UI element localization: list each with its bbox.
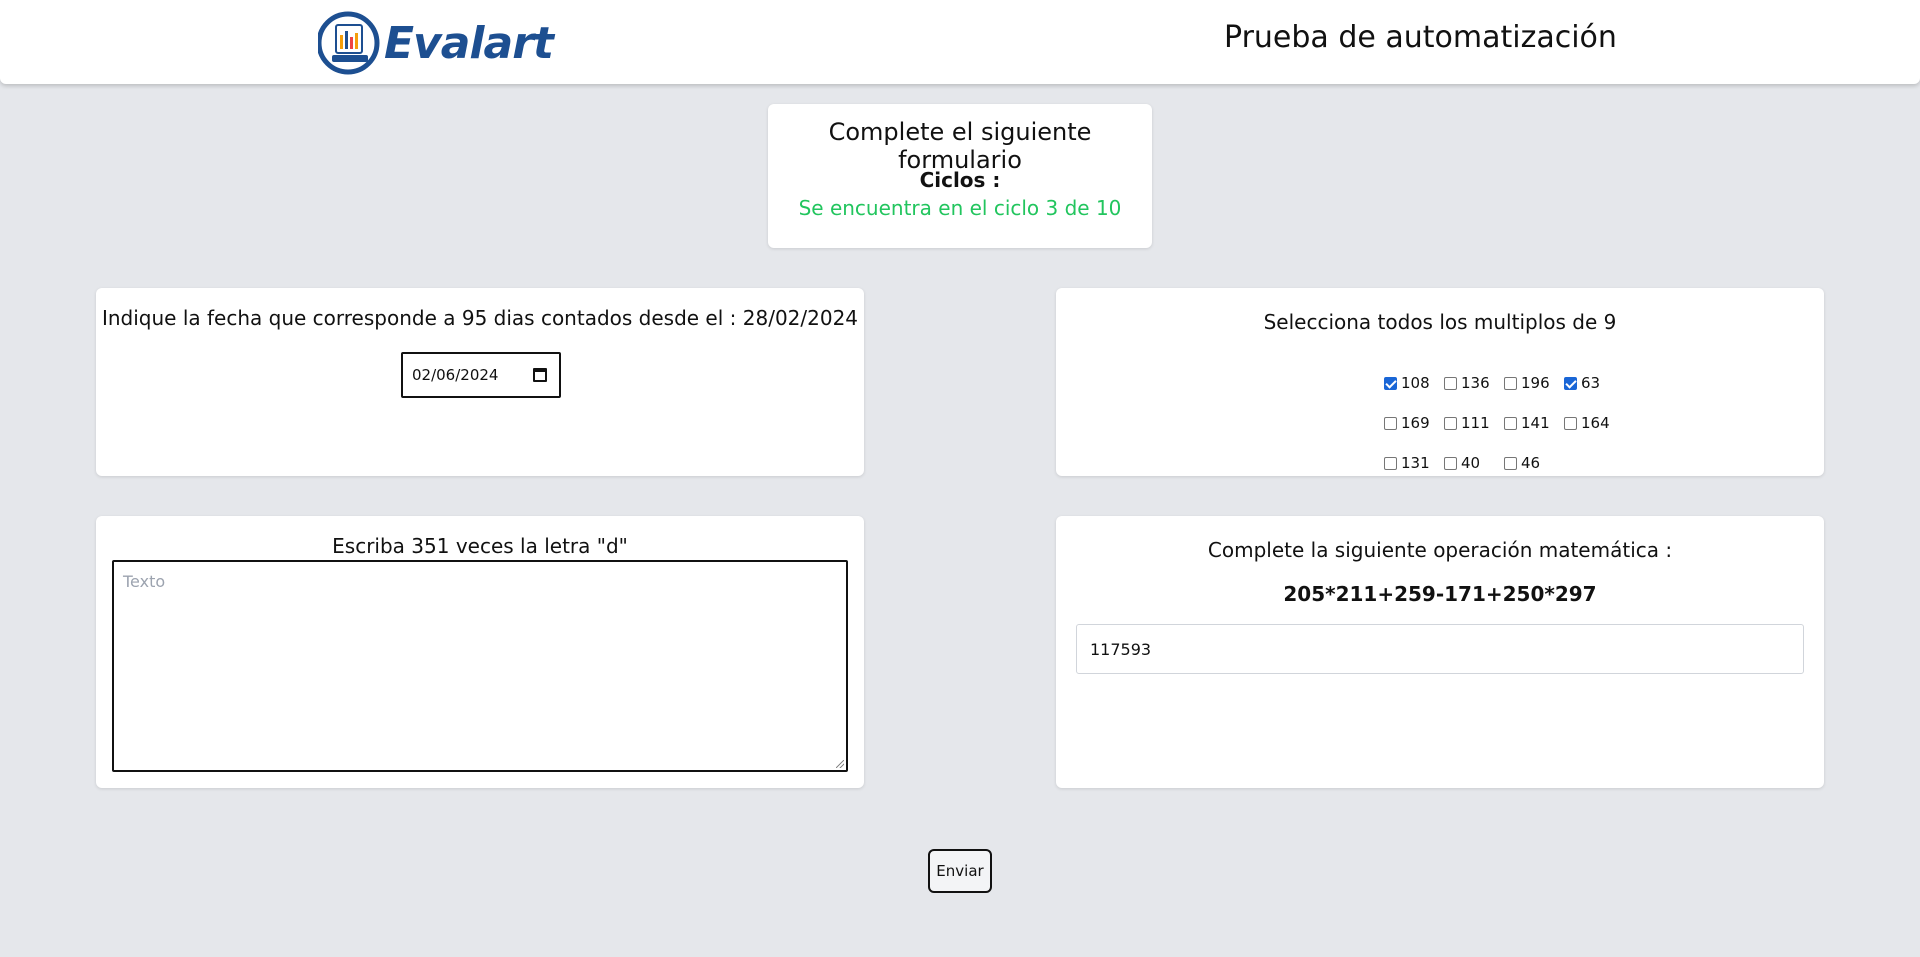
math-question-label: Complete la siguiente operación matemáti… xyxy=(1207,538,1673,562)
checkbox-option[interactable]: 164 xyxy=(1564,414,1610,432)
cycles-status: Se encuentra en el ciclo 3 de 10 xyxy=(798,196,1122,220)
checkbox-label: 40 xyxy=(1461,454,1481,472)
checkbox[interactable] xyxy=(1564,416,1577,430)
checkbox-option[interactable]: 108 xyxy=(1384,374,1430,392)
math-answer-value: 117593 xyxy=(1090,639,1152,659)
checkbox-option[interactable]: 169 xyxy=(1384,414,1430,432)
checkbox-label: 63 xyxy=(1581,374,1601,392)
checkbox-option[interactable]: 46 xyxy=(1504,454,1540,472)
checkbox-option[interactable]: 141 xyxy=(1504,414,1550,432)
checkbox[interactable] xyxy=(1504,376,1517,390)
checkbox[interactable] xyxy=(1444,456,1457,470)
text-question-label: Escriba 351 veces la letra "d" xyxy=(332,534,628,558)
checkbox-label: 46 xyxy=(1521,454,1541,472)
checkbox[interactable] xyxy=(1384,416,1397,430)
checkbox[interactable] xyxy=(1504,416,1517,430)
checkbox-option[interactable]: 111 xyxy=(1444,414,1490,432)
calendar-icon[interactable] xyxy=(533,368,547,382)
date-question-card: Indique la fecha que corresponde a 95 di… xyxy=(96,288,864,476)
checkbox[interactable] xyxy=(1504,456,1517,470)
multiples-question-card: Selecciona todos los multiplos de 9 108 … xyxy=(1056,288,1824,476)
cycles-label: Ciclos : xyxy=(919,168,1001,192)
textarea-placeholder: Texto xyxy=(123,572,166,591)
checkbox-label: 169 xyxy=(1401,414,1430,432)
evalart-logo: Evalart xyxy=(318,8,563,78)
date-input-value: 02/06/2024 xyxy=(412,366,499,384)
checkbox-option[interactable]: 63 xyxy=(1564,374,1600,392)
checkbox[interactable] xyxy=(1444,376,1457,390)
checkbox-label: 111 xyxy=(1461,414,1490,432)
text-answer-textarea[interactable]: Texto xyxy=(112,560,848,772)
form-info-card: Complete el siguiente formulario Ciclos … xyxy=(768,104,1152,248)
submit-button[interactable]: Enviar xyxy=(928,849,992,893)
checkbox[interactable] xyxy=(1444,416,1457,430)
checkbox-label: 196 xyxy=(1521,374,1550,392)
checkbox-label: 108 xyxy=(1401,374,1430,392)
page-title: Prueba de automatización xyxy=(1224,20,1617,55)
form-title: Complete el siguiente formulario xyxy=(828,118,1092,174)
multiples-question-label: Selecciona todos los multiplos de 9 xyxy=(1263,310,1617,334)
date-input[interactable]: 02/06/2024 xyxy=(401,352,561,398)
checkbox[interactable] xyxy=(1384,376,1397,390)
date-question-label: Indique la fecha que corresponde a 95 di… xyxy=(101,306,859,330)
math-expression: 205*211+259-171+250*297 xyxy=(1283,582,1597,606)
checkbox-option[interactable]: 196 xyxy=(1504,374,1550,392)
resize-handle[interactable] xyxy=(836,760,844,768)
top-header: Evalart Prueba de automatización xyxy=(0,0,1920,84)
checkbox-label: 141 xyxy=(1521,414,1550,432)
math-answer-input[interactable]: 117593 xyxy=(1076,624,1804,674)
checkbox-label: 164 xyxy=(1581,414,1610,432)
brand-name: Evalart xyxy=(384,17,554,69)
checkbox[interactable] xyxy=(1564,376,1577,390)
checkbox-label: 136 xyxy=(1461,374,1490,392)
checkbox-option[interactable]: 136 xyxy=(1444,374,1490,392)
math-question-card: Complete la siguiente operación matemáti… xyxy=(1056,516,1824,788)
checkbox-label: 131 xyxy=(1401,454,1430,472)
checkbox-option[interactable]: 40 xyxy=(1444,454,1480,472)
text-question-card: Escriba 351 veces la letra "d" Texto xyxy=(96,516,864,788)
evalart-logo-icon xyxy=(318,11,380,75)
checkbox[interactable] xyxy=(1384,456,1397,470)
checkbox-option[interactable]: 131 xyxy=(1384,454,1430,472)
